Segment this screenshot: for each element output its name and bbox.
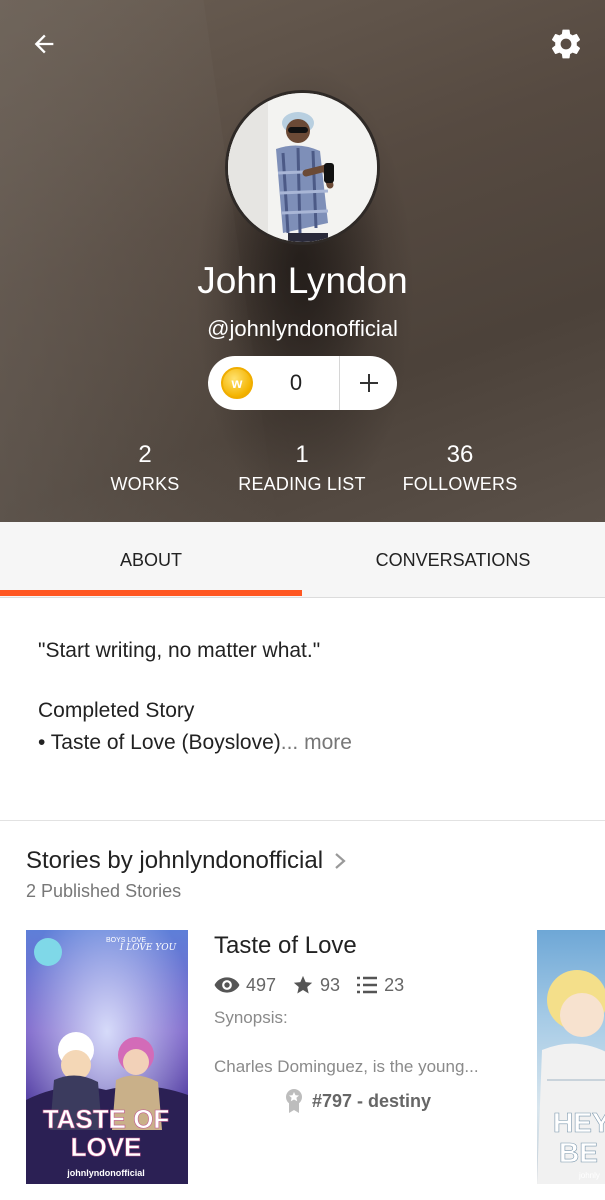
story-stats: 497 93 23 <box>214 972 420 998</box>
about-quote: "Start writing, no matter what." <box>38 639 321 662</box>
stat-followers-value: 36 <box>446 441 474 468</box>
synopsis-text: Charles Dominguez, is the young... <box>214 1057 479 1076</box>
coin-count: 0 <box>289 370 303 395</box>
stat-followers[interactable]: 36 FOLLOWERS <box>390 440 530 498</box>
ranking-badge-icon <box>284 1088 304 1114</box>
about-bullet-text: • Taste of Love (Boyslove) <box>38 731 281 754</box>
synopsis-label: Synopsis: <box>214 1008 288 1027</box>
story-votes: 93 <box>320 974 341 995</box>
about-heading: Completed Story <box>38 699 195 722</box>
stories-subtitle: 2 Published Stories <box>26 881 182 901</box>
cover-title-line2: LOVE <box>71 1132 142 1162</box>
tab-conversations[interactable]: CONVERSATIONS <box>302 522 604 598</box>
stat-reading-list[interactable]: 1 READING LIST <box>222 440 382 498</box>
more-link[interactable]: ... more <box>281 731 352 754</box>
star-icon <box>292 974 314 996</box>
about-section: "Start writing, no matter what." Complet… <box>38 635 578 759</box>
cover2-author: johnly <box>578 1171 600 1180</box>
tab-about[interactable]: ABOUT <box>0 522 302 598</box>
cover-title-line1: TASTE OF <box>43 1104 170 1134</box>
active-tab-indicator <box>0 590 302 596</box>
profile-handle: @johnlyndonofficial <box>207 316 398 341</box>
story-cover-2[interactable]: HEY BE johnly <box>537 930 605 1184</box>
wattpad-coin-icon: w <box>221 367 253 399</box>
stories-title: Stories by johnlyndonofficial <box>26 847 324 874</box>
story-rank-text: #797 - destiny <box>312 1090 432 1111</box>
back-arrow-icon <box>34 34 54 54</box>
cover-author: johnlyndonofficial <box>66 1168 145 1178</box>
plus-icon <box>359 374 378 392</box>
cover-art-2: HEY BE johnly <box>537 970 605 1184</box>
avatar-photo <box>228 93 377 242</box>
avatar[interactable] <box>225 90 380 245</box>
cover2-title-line1: HEY <box>553 1107 605 1138</box>
cover2-title-line2: BE <box>559 1137 598 1168</box>
story-cover[interactable]: BOYS LOVE I LOVE YOU TASTE OF LOVE johnl… <box>26 930 188 1184</box>
stat-reading-list-value: 1 <box>295 441 309 468</box>
stat-works-label: WORKS <box>110 474 180 494</box>
story-parts: 23 <box>384 974 405 995</box>
story-reads: 497 <box>246 974 277 995</box>
back-button[interactable] <box>24 24 64 64</box>
settings-button[interactable] <box>546 24 586 64</box>
coin-balance: w 0 <box>208 356 397 410</box>
stat-followers-label: FOLLOWERS <box>402 474 518 494</box>
chevron-right-icon <box>335 853 346 869</box>
section-divider <box>0 820 605 821</box>
profile-header: John Lyndon @johnlyndonofficial w 0 2 WO… <box>0 0 605 522</box>
story-rank[interactable]: #797 - destiny <box>284 1088 431 1114</box>
profile-stats: 2 WORKS 1 READING LIST 36 FOLLOWERS <box>0 440 605 500</box>
stat-reading-list-label: READING LIST <box>238 474 366 494</box>
list-icon <box>356 975 378 995</box>
add-coins-button[interactable] <box>340 356 397 410</box>
cover-script: I LOVE YOU <box>119 943 177 953</box>
stat-works-value: 2 <box>138 441 152 468</box>
gear-icon <box>551 29 581 59</box>
cover-art: BOYS LOVE I LOVE YOU TASTE OF LOVE johnl… <box>26 930 188 1184</box>
story-title[interactable]: Taste of Love <box>214 932 357 960</box>
profile-tabs: ABOUT CONVERSATIONS <box>0 522 605 598</box>
about-bullet: • Taste of Love (Boyslove)... more <box>38 727 578 759</box>
eye-icon <box>214 976 240 994</box>
profile-name: John Lyndon <box>197 260 408 301</box>
stat-works[interactable]: 2 WORKS <box>95 440 195 498</box>
stories-section-header[interactable]: Stories by johnlyndonofficial <box>26 847 347 875</box>
